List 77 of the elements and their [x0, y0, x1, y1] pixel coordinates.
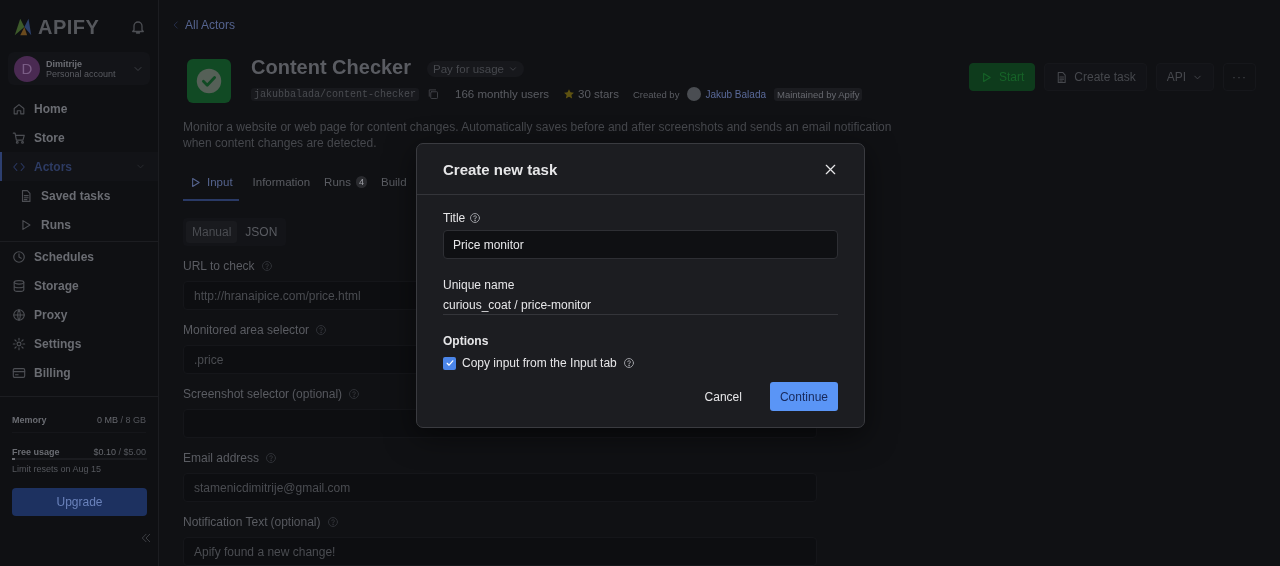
cart-icon — [12, 130, 26, 145]
credit-card-icon — [12, 365, 26, 380]
usage-label: Memory — [12, 414, 47, 425]
star-count: 30 stars — [578, 88, 619, 100]
usage-label: Free usage — [12, 446, 60, 457]
maintained-badge: Maintained by Apify — [774, 87, 863, 101]
field-label: Title — [443, 211, 466, 225]
help-icon — [469, 212, 482, 224]
nav-item[interactable]: Runs — [0, 210, 158, 239]
help-icon — [326, 516, 339, 528]
nav-item[interactable]: Store — [0, 123, 158, 152]
actor-title: Content Checker — [251, 56, 412, 79]
field-label: Notification Text — [183, 515, 268, 529]
title-input[interactable]: Price monitor — [443, 230, 838, 259]
author-avatar — [687, 87, 702, 101]
field-label: Email address — [183, 451, 260, 465]
globe-icon — [12, 307, 26, 322]
reset-note: Limit resets on Aug 15 — [12, 464, 103, 474]
unique-name-field[interactable]: curious_coat / price-monitor — [443, 298, 838, 315]
tab[interactable]: Information — [252, 165, 311, 201]
created-by-label: Created by — [632, 88, 680, 100]
checkbox-label: Copy input from the Input tab — [462, 356, 617, 370]
account-type: Personal account — [46, 68, 117, 79]
input-field[interactable]: Apify found a new change! — [183, 537, 817, 566]
author-link[interactable]: Jakub Balada — [705, 88, 766, 100]
count-badge: 4 — [355, 176, 367, 188]
gear-icon — [12, 336, 26, 351]
usage-value: 0 MB / 8 GB — [96, 414, 146, 425]
more-button[interactable]: ··· — [1223, 63, 1256, 91]
home-icon — [12, 101, 26, 116]
field-label: Screenshot selector — [183, 387, 290, 401]
mode-toggle[interactable]: JSON — [239, 221, 284, 243]
play-icon — [189, 175, 202, 189]
dialog-title: Create new task — [443, 160, 558, 178]
field-label: URL to check — [183, 259, 255, 273]
field-label: Monitored area selector — [183, 323, 310, 337]
document-icon — [1055, 70, 1069, 84]
nav-item[interactable]: Storage — [0, 271, 158, 300]
document-icon — [19, 188, 33, 203]
input-field[interactable]: stamenicdimitrije@gmail.com — [183, 473, 817, 502]
play-icon — [19, 217, 33, 232]
logo-text: APIFY — [38, 15, 100, 39]
help-icon — [260, 260, 273, 272]
help-icon — [622, 357, 635, 369]
upgrade-button[interactable]: Upgrade — [12, 488, 147, 516]
nav-item[interactable]: Schedules — [0, 242, 158, 271]
nav-item[interactable]: Billing — [0, 358, 158, 387]
monthly-users: 166 monthly users — [455, 88, 549, 100]
optional-hint: (optional) — [270, 515, 321, 529]
account-name: Dimitrije — [46, 58, 83, 69]
tab[interactable]: Input — [183, 165, 239, 201]
field-label: Unique name — [443, 278, 516, 292]
checkbox[interactable] — [443, 356, 456, 370]
chevron-down-icon — [508, 64, 518, 74]
help-icon — [265, 452, 278, 464]
help-icon — [348, 388, 361, 400]
database-icon — [12, 278, 26, 293]
clock-icon — [12, 249, 26, 264]
help-icon — [315, 324, 328, 336]
tab[interactable]: Runs 4 — [324, 165, 367, 201]
bell-icon — [130, 19, 146, 35]
nav-item[interactable]: Saved tasks — [0, 181, 158, 210]
check-circle-icon — [195, 67, 223, 95]
logo-icon — [12, 16, 34, 38]
nav-item[interactable]: Proxy — [0, 300, 158, 329]
back-link[interactable]: All Actors — [171, 18, 235, 32]
continue-button[interactable]: Continue — [769, 382, 838, 411]
optional-hint: (optional) — [292, 387, 343, 401]
check-icon — [444, 358, 455, 368]
chevron-left-icon — [171, 20, 181, 30]
nav-item[interactable]: Settings — [0, 329, 158, 358]
options-heading: Options — [443, 334, 490, 348]
nav-item[interactable]: Home — [0, 94, 158, 123]
tab[interactable]: Build — [381, 165, 407, 201]
cancel-button[interactable]: Cancel — [694, 382, 752, 411]
usage-value: $0.10 / $5.00 — [93, 446, 146, 457]
star-icon — [563, 88, 575, 100]
